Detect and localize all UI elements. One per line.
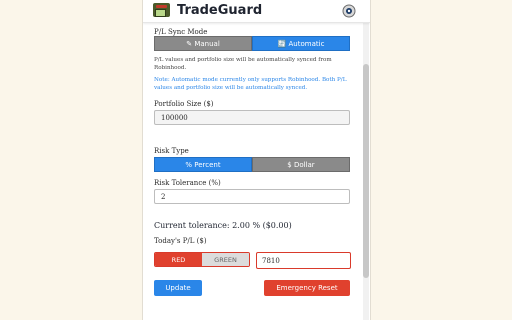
emergency-reset-button[interactable]: Emergency Reset bbox=[264, 280, 350, 296]
app-title: TradeGuard bbox=[177, 3, 263, 18]
current-tolerance-text: Current tolerance: 2.00 % ($0.00) bbox=[154, 221, 292, 230]
red-button[interactable]: RED bbox=[155, 253, 202, 266]
pl-sign-toggle: RED GREEN bbox=[154, 252, 250, 267]
wallet-icon bbox=[153, 3, 170, 17]
todays-pl-label: Today's P/L ($) bbox=[154, 237, 207, 245]
percent-button[interactable]: % Percent bbox=[154, 157, 252, 172]
risk-tolerance-label: Risk Tolerance (%) bbox=[154, 179, 221, 187]
sync-note: Note: Automatic mode currently only supp… bbox=[154, 77, 347, 91]
scrollbar-thumb[interactable] bbox=[363, 64, 369, 278]
panel-header: TradeGuard bbox=[143, 0, 370, 23]
portfolio-size-label: Portfolio Size ($) bbox=[154, 100, 214, 108]
risk-type-toggle: % Percent $ Dollar bbox=[154, 157, 350, 172]
sync-mode-label: P/L Sync Mode bbox=[154, 28, 208, 36]
update-button[interactable]: Update bbox=[154, 280, 202, 296]
green-button[interactable]: GREEN bbox=[202, 253, 249, 266]
todays-pl-input[interactable]: 7810 bbox=[256, 252, 351, 269]
settings-icon[interactable] bbox=[342, 3, 356, 18]
risk-type-label: Risk Type bbox=[154, 147, 189, 155]
sync-description: P/L values and portfolio size will be au… bbox=[154, 57, 332, 71]
portfolio-size-input[interactable]: 100000 bbox=[154, 110, 350, 125]
sync-mode-toggle: ✎ Manual 🔄 Automatic bbox=[154, 36, 350, 51]
risk-tolerance-input[interactable]: 2 bbox=[154, 189, 350, 204]
extension-panel: P/L Sync Mode ✎ Manual 🔄 Automatic P/L v… bbox=[142, 0, 371, 320]
dollar-button[interactable]: $ Dollar bbox=[252, 157, 350, 172]
automatic-button[interactable]: 🔄 Automatic bbox=[252, 36, 350, 51]
manual-button[interactable]: ✎ Manual bbox=[154, 36, 252, 51]
panel-content: P/L Sync Mode ✎ Manual 🔄 Automatic P/L v… bbox=[143, 0, 370, 320]
